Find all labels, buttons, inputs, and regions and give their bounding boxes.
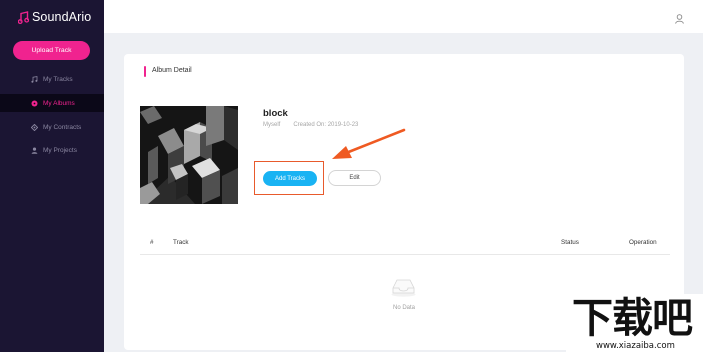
sidebar: SoundArio Upload Track My Tracks My Albu… bbox=[0, 0, 104, 352]
app-logo[interactable]: SoundArio bbox=[18, 10, 91, 24]
column-header-status: Status bbox=[561, 239, 579, 246]
track-table-header: # Track Status Operation bbox=[140, 233, 670, 255]
music-note-icon bbox=[31, 75, 38, 83]
top-bar bbox=[104, 0, 703, 33]
column-header-number: # bbox=[150, 239, 154, 246]
sidebar-item-my-contracts[interactable]: My Contracts bbox=[0, 118, 104, 136]
sidebar-item-label: My Tracks bbox=[43, 75, 73, 83]
column-header-operation: Operation bbox=[629, 239, 657, 246]
contract-icon bbox=[31, 123, 38, 131]
annotation-arrow-icon bbox=[332, 128, 406, 159]
sidebar-item-my-projects[interactable]: My Projects bbox=[0, 141, 104, 159]
sidebar-item-label: My Projects bbox=[43, 146, 77, 154]
music-logo-icon bbox=[18, 10, 29, 24]
sidebar-item-label: My Contracts bbox=[43, 123, 82, 131]
sidebar-item-my-albums[interactable]: My Albums bbox=[0, 94, 104, 112]
watermark-logo-text: 下载吧 bbox=[572, 294, 693, 342]
sidebar-item-my-tracks[interactable]: My Tracks bbox=[0, 70, 104, 88]
column-header-track: Track bbox=[173, 239, 189, 246]
site-watermark: 下载吧 www.xiazaiba.com bbox=[566, 294, 703, 352]
app-name: SoundArio bbox=[32, 10, 92, 24]
watermark-url: www.xiazaiba.com bbox=[596, 341, 675, 351]
sidebar-item-label: My Albums bbox=[43, 99, 75, 107]
album-disc-icon bbox=[31, 100, 38, 107]
upload-track-button[interactable]: Upload Track bbox=[13, 41, 90, 60]
user-account-icon[interactable] bbox=[675, 11, 684, 29]
user-icon bbox=[31, 147, 38, 154]
empty-inbox-icon bbox=[390, 277, 417, 302]
